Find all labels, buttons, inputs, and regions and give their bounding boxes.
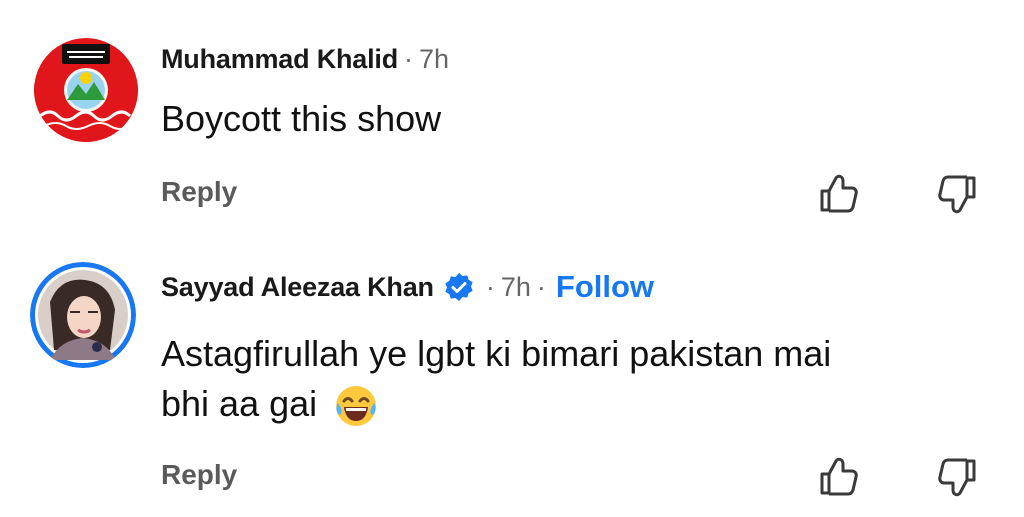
comment-text-line: bhi aa gai	[161, 383, 318, 424]
comment-text: Boycott this show	[161, 98, 442, 139]
comment-item: Sayyad Aleezaa Khan · 7h · Follow Astagf…	[0, 250, 1024, 517]
avatar[interactable]	[30, 262, 136, 368]
comment-item: Muhammad Khalid · 7h Boycott this show R…	[0, 0, 1024, 240]
comment-header: Muhammad Khalid · 7h	[161, 42, 449, 76]
profile-photo-avatar-icon	[30, 262, 136, 368]
comment-text: Astagfirullah ye lgbt ki bimari pakistan…	[161, 329, 981, 429]
separator-dot: ·	[485, 271, 495, 302]
thumbs-up-icon[interactable]	[815, 170, 861, 216]
verified-badge-icon	[444, 272, 474, 302]
timestamp: 7h	[500, 271, 531, 302]
follow-button[interactable]: Follow	[556, 269, 654, 305]
separator-dot: ·	[404, 43, 414, 74]
comment-text-line-2: bhi aa gai	[161, 379, 981, 429]
avatar[interactable]	[34, 38, 138, 142]
comment-header: Sayyad Aleezaa Khan · 7h · Follow	[161, 268, 654, 306]
comment-text-line: Astagfirullah ye lgbt ki bimari pakistan…	[161, 333, 832, 374]
author-name[interactable]: Muhammad Khalid	[161, 44, 398, 75]
thumbs-down-icon[interactable]	[935, 172, 981, 218]
separator-dot: ·	[536, 271, 546, 302]
author-name[interactable]: Sayyad Aleezaa Khan	[161, 272, 434, 303]
timestamp: 7h	[419, 43, 450, 74]
thumbs-up-icon[interactable]	[815, 453, 861, 499]
thumbs-down-icon[interactable]	[935, 455, 981, 501]
face-with-tears-of-joy-icon	[333, 383, 379, 429]
party-flag-avatar-icon	[34, 38, 138, 142]
reply-button[interactable]: Reply	[161, 459, 237, 491]
reply-button[interactable]: Reply	[161, 176, 237, 208]
